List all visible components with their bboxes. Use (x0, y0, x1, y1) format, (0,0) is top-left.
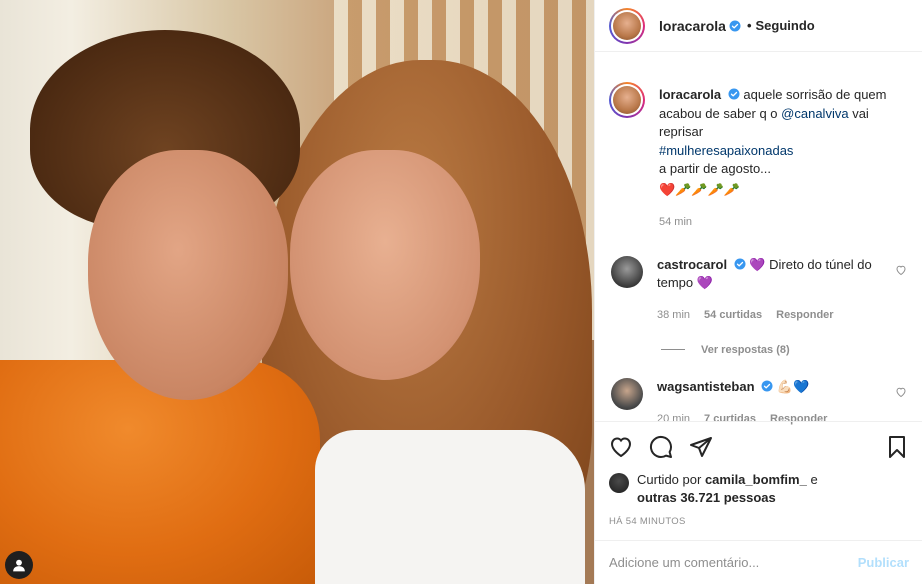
instagram-post-view: loracarola • Seguindo loracarola aquele … (0, 0, 922, 584)
photo-face-right (290, 150, 480, 380)
share-send-icon[interactable] (689, 435, 713, 459)
verified-badge-icon (761, 380, 773, 391)
likes-others-link[interactable]: outras 36.721 pessoas (637, 490, 776, 505)
author-username[interactable]: loracarola (659, 18, 726, 34)
action-icons (609, 432, 909, 462)
comment-time[interactable]: 38 min (657, 306, 690, 324)
caption-text-3: a partir de agosto... (659, 161, 772, 176)
save-bookmark-icon[interactable] (885, 435, 909, 459)
post-timestamp[interactable]: HÁ 54 MINUTOS (609, 516, 909, 527)
post-caption: loracarola aquele sorrisão de quem acabo… (609, 53, 909, 232)
comment-item: wagsantisteban 💪🏻💙 20 min 7 curtidas Res… (609, 377, 909, 428)
post-side-panel: loracarola • Seguindo loracarola aquele … (594, 0, 922, 584)
publish-button[interactable]: Publicar (858, 555, 909, 570)
likes-prefix: Curtido por (637, 472, 702, 487)
commenter-avatar[interactable] (611, 255, 643, 288)
comment-likes[interactable]: 54 curtidas (704, 306, 762, 324)
comment-bubble-icon[interactable] (649, 435, 673, 459)
add-comment-bar: Adicione um comentário... Publicar (595, 540, 922, 584)
caption-username[interactable]: loracarola (659, 87, 721, 102)
commenter-username[interactable]: castrocarol (657, 257, 727, 272)
likes-mid: e (810, 472, 818, 487)
comment-body: castrocarol 💜 Direto do túnel do tempo 💜… (657, 256, 887, 324)
comment-text: 💪🏻💙 (776, 378, 810, 394)
reply-button[interactable]: Responder (776, 306, 833, 324)
likes-text: Curtido por camila_bomfim_ e outras 36.7… (637, 471, 818, 507)
comment-body: wagsantisteban 💪🏻💙 20 min 7 curtidas Res… (657, 378, 887, 428)
post-actions: Curtido por camila_bomfim_ e outras 36.7… (595, 421, 922, 527)
photo-white-blouse (315, 430, 585, 584)
comments-section: loracarola aquele sorrisão de quem acabo… (595, 53, 922, 425)
user-tag-icon (13, 559, 25, 572)
like-heart-icon[interactable] (609, 435, 633, 459)
view-replies-label: Ver respostas (8) (701, 343, 790, 356)
verified-badge-icon (734, 258, 746, 269)
comment-input[interactable]: Adicione um comentário... (609, 555, 858, 570)
liker-username[interactable]: camila_bomfim_ (705, 472, 807, 487)
likes-summary: Curtido por camila_bomfim_ e outras 36.7… (609, 471, 909, 507)
comment-meta: 38 min 54 curtidas Responder (657, 306, 887, 324)
commenter-avatar[interactable] (611, 377, 643, 410)
comment-item: castrocarol 💜 Direto do túnel do tempo 💜… (609, 255, 909, 324)
caption-emojis: ❤️🥕🥕🥕🥕 (659, 181, 740, 197)
header-separator: • (746, 18, 752, 33)
commenter-username[interactable]: wagsantisteban (657, 379, 755, 394)
post-photo[interactable] (0, 0, 594, 584)
photo-face-left (88, 150, 288, 400)
caption-body: loracarola aquele sorrisão de quem acabo… (659, 86, 909, 232)
author-avatar[interactable] (609, 7, 645, 44)
caption-mention-link[interactable]: @canalviva (781, 106, 848, 121)
replies-divider-line (661, 349, 685, 350)
verified-badge-icon (728, 88, 740, 100)
follow-status-button[interactable]: Seguindo (756, 18, 815, 33)
caption-author-avatar[interactable] (609, 82, 645, 118)
tagged-user-icon[interactable] (5, 551, 33, 579)
liker-avatar[interactable] (609, 473, 629, 493)
caption-time[interactable]: 54 min (659, 213, 909, 232)
caption-hashtag-link[interactable]: #mulheresapaixonadas (659, 143, 793, 158)
comment-like-heart-icon[interactable] (895, 264, 907, 276)
post-header: loracarola • Seguindo (595, 0, 922, 52)
view-replies-button[interactable]: Ver respostas (8) (661, 344, 909, 356)
comment-like-heart-icon[interactable] (895, 386, 907, 398)
verified-badge-icon (729, 20, 741, 31)
